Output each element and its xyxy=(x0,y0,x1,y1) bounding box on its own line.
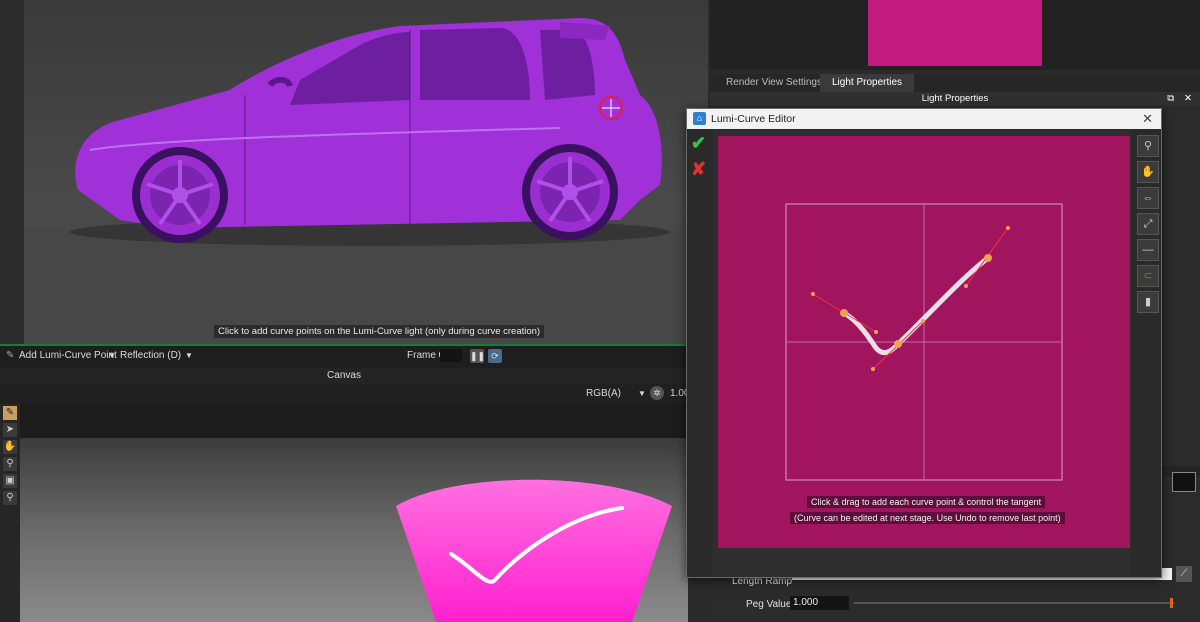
hand-icon[interactable]: ✋ xyxy=(1137,161,1159,183)
app-icon: ⌂ xyxy=(693,112,706,125)
curve-point xyxy=(894,340,902,348)
pen-icon: ✎ xyxy=(6,350,15,361)
dialog-left-bar: ✔ ✘ xyxy=(687,129,713,577)
crosshair-cursor-icon xyxy=(599,96,623,120)
peg-value-label: Peg Value xyxy=(746,599,792,610)
dialog-title: Lumi-Curve Editor xyxy=(711,113,796,125)
tangent-handle xyxy=(1006,226,1010,230)
tool-dropdown[interactable]: Add Lumi-Curve Point xyxy=(19,350,117,361)
instruction-line-2: (Curve can be edited at next stage. Use … xyxy=(790,512,1065,524)
dialog-right-toolbar: ⚲ ✋ ⇔ ⤢ — ⊂ ▮ xyxy=(1131,129,1161,577)
restore-icon[interactable]: ⧉ xyxy=(1167,92,1174,106)
light-color-swatch[interactable] xyxy=(868,0,1042,66)
fit-all-icon[interactable]: ⤢ xyxy=(1137,213,1159,235)
magnifier-icon[interactable]: ⚲ xyxy=(3,457,17,471)
instruction-line-1: Click & drag to add each curve point & c… xyxy=(807,496,1046,508)
canvas-area[interactable] xyxy=(0,404,688,622)
curve-point xyxy=(840,309,848,317)
fit-horizontal-icon[interactable]: ⇔ xyxy=(1137,187,1159,209)
aperture-icon[interactable]: ✲ xyxy=(650,386,664,400)
chevron-down-icon[interactable]: ▼ xyxy=(638,389,646,398)
tab-render-view-settings[interactable]: Render View Settings xyxy=(714,74,834,92)
zoom-region-icon[interactable]: ⚲ xyxy=(3,491,17,505)
brush-icon[interactable]: ✎ xyxy=(3,406,17,420)
curve-edit-area[interactable]: Click & drag to add each curve point & c… xyxy=(718,136,1130,548)
tangent-handle xyxy=(874,330,878,334)
peg-value-input[interactable]: 1.000 xyxy=(790,596,849,610)
ramp-swatch[interactable] xyxy=(1172,472,1196,492)
checkmark-icon[interactable]: ✔ xyxy=(691,133,706,154)
viewport-toolbar: ✎ Add Lumi-Curve Point ▼ Reflection (D) … xyxy=(0,344,708,368)
magnifier-icon[interactable]: ⚲ xyxy=(1137,135,1159,157)
tangent-handle xyxy=(871,367,875,371)
panel-title: Light Properties ⧉ ✕ xyxy=(710,92,1200,106)
rear-wheel xyxy=(522,144,618,240)
slider-handle[interactable] xyxy=(1170,598,1173,608)
pause-icon[interactable]: ❚❚ xyxy=(470,349,485,363)
frame-field[interactable] xyxy=(440,349,462,362)
dialog-titlebar: ⌂ Lumi-Curve Editor ✕ xyxy=(687,109,1161,129)
frame-label: Frame 0 xyxy=(407,350,445,361)
close-icon[interactable]: ✕ xyxy=(1142,109,1153,129)
tangent-handle xyxy=(964,284,968,288)
channel-select[interactable]: RGB(A) xyxy=(586,388,621,399)
viewport-hint: Click to add curve points on the Lumi-Cu… xyxy=(214,325,545,338)
canvas-tools: ✎ ➤ ✋ ⚲ ▣ ⚲ xyxy=(0,404,20,622)
gradient-icon[interactable]: ▮ xyxy=(1137,291,1159,313)
magnet-icon[interactable]: ⊂ xyxy=(1137,265,1159,287)
x-icon[interactable]: ✘ xyxy=(691,159,706,180)
canvas-bar: RGB(A) ▼ ✲ 1.00 xyxy=(0,384,689,404)
mode-dropdown[interactable]: Reflection (D) xyxy=(120,350,181,361)
curve-point xyxy=(984,254,992,262)
curve-icon[interactable]: ⟋ xyxy=(1176,566,1192,582)
chevron-down-icon[interactable]: ▼ xyxy=(108,351,116,360)
line-icon[interactable]: — xyxy=(1137,239,1159,261)
peg-value-slider[interactable] xyxy=(854,602,1174,604)
canvas-header: Canvas xyxy=(0,368,688,384)
arrow-icon[interactable]: ➤ xyxy=(3,423,17,437)
front-wheel xyxy=(132,147,228,243)
tab-light-properties[interactable]: Light Properties xyxy=(820,74,915,92)
car-model xyxy=(70,18,670,246)
lumi-curve-editor-dialog: ⌂ Lumi-Curve Editor ✕ ✔ ✘ Click & drag t… xyxy=(686,108,1162,578)
render-viewport[interactable]: Click to add curve points on the Lumi-Cu… xyxy=(0,0,708,344)
refresh-icon[interactable]: ⟳ xyxy=(488,349,502,363)
tangent-handle xyxy=(811,292,815,296)
curve-graph[interactable] xyxy=(718,136,1130,548)
lumi-curve-light-preview xyxy=(396,479,672,622)
tangent-handle xyxy=(921,319,925,323)
fit-icon[interactable]: ▣ xyxy=(3,474,17,488)
close-icon[interactable]: ✕ xyxy=(1184,92,1192,106)
right-panel-tabs: Render View Settings Light Properties xyxy=(710,74,1200,92)
hand-icon[interactable]: ✋ xyxy=(3,440,17,454)
chevron-down-icon[interactable]: ▼ xyxy=(185,351,193,360)
lumi-curve xyxy=(841,255,991,356)
